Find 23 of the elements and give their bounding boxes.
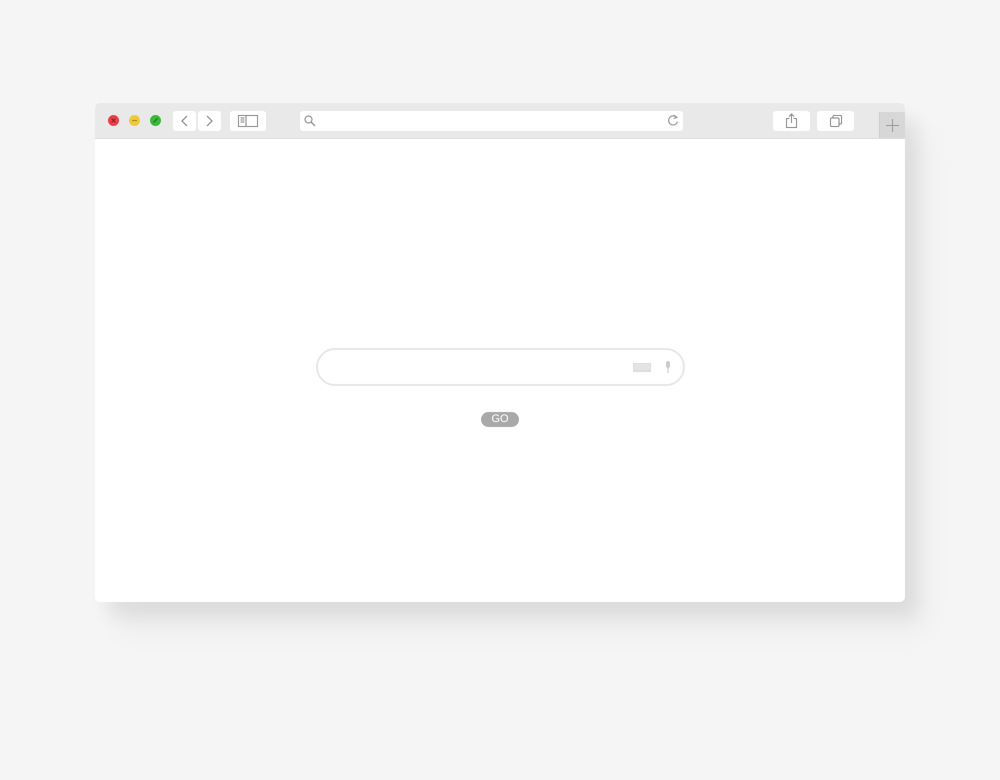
tabs-button[interactable] <box>817 110 854 130</box>
plus-icon <box>886 118 899 132</box>
share-button[interactable] <box>773 110 810 130</box>
sidebar-icon <box>238 114 258 126</box>
forward-button[interactable] <box>198 110 221 130</box>
reload-icon[interactable] <box>667 114 679 127</box>
search-icon <box>304 114 316 126</box>
zoom-button[interactable] <box>150 115 161 126</box>
address-field[interactable] <box>300 110 683 130</box>
go-button[interactable]: GO <box>481 412 519 427</box>
microphone-icon[interactable] <box>664 361 670 373</box>
close-icon <box>109 116 118 125</box>
back-icon <box>181 114 188 126</box>
sidebar-button[interactable] <box>230 110 266 130</box>
tabs-icon <box>830 114 842 126</box>
forward-icon <box>206 114 213 126</box>
slash-icon <box>151 116 160 125</box>
close-button[interactable] <box>108 115 119 126</box>
search-field[interactable] <box>316 348 684 386</box>
minimize-button[interactable] <box>129 115 140 126</box>
share-icon <box>786 113 797 128</box>
new-tab-button[interactable] <box>879 112 905 138</box>
back-button[interactable] <box>173 110 196 130</box>
